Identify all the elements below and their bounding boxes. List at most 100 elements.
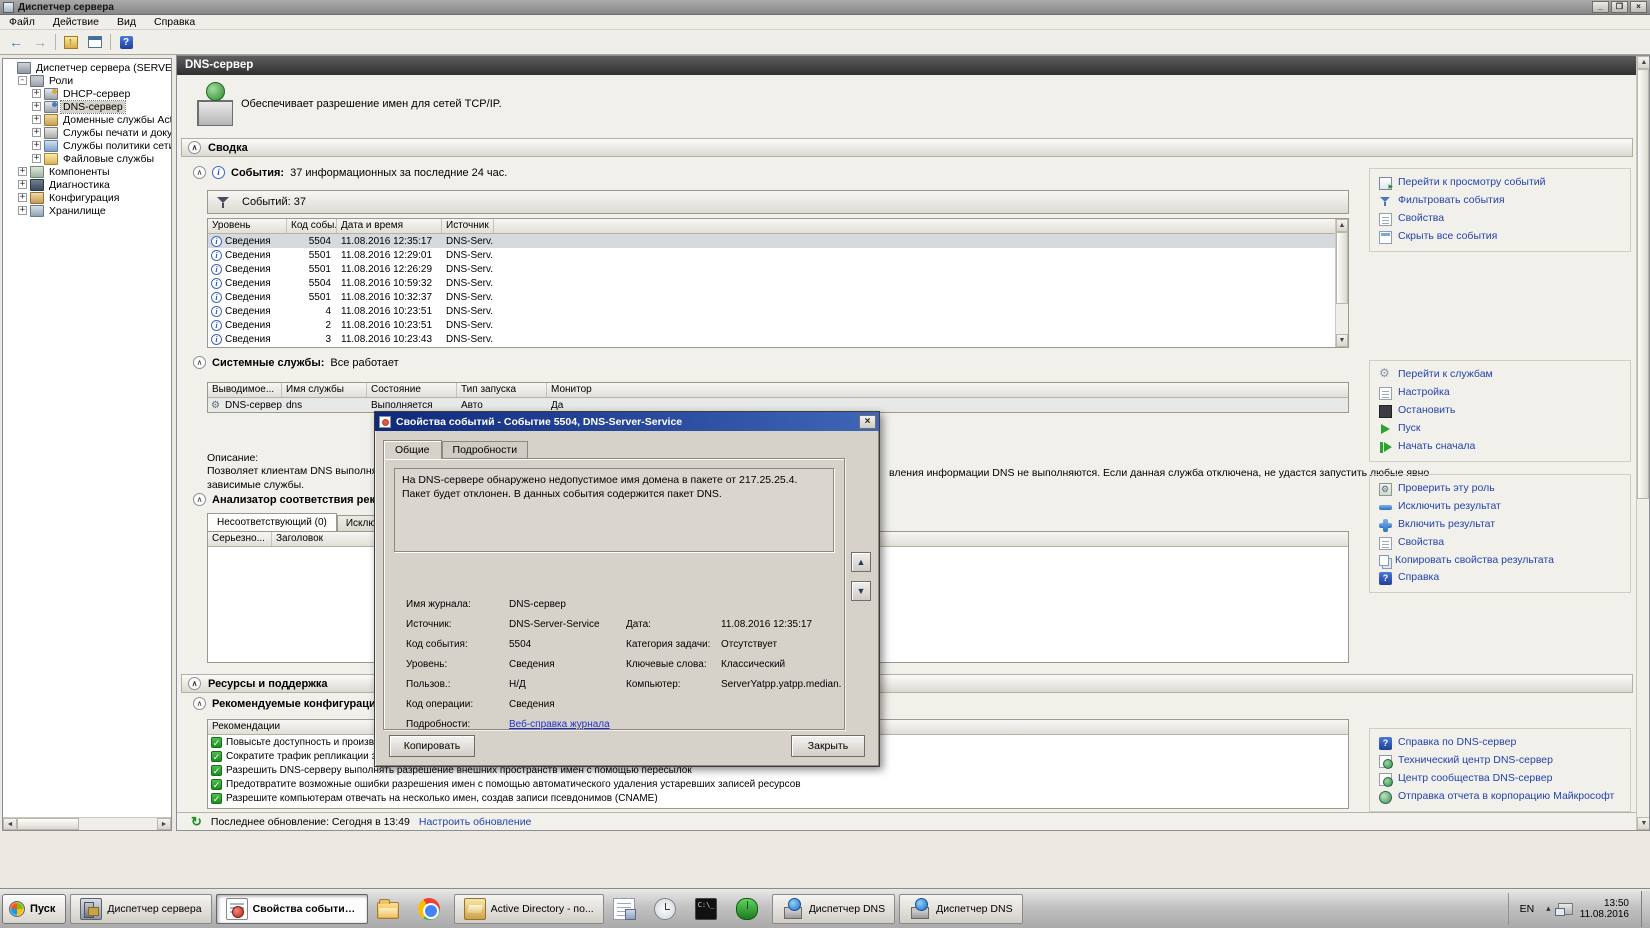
- action-link[interactable]: Начать сначала: [1379, 440, 1626, 454]
- event-row[interactable]: Сведения 2 11.08.2016 10:23:51 DNS-Serv.…: [208, 318, 1335, 332]
- taskbar-button[interactable]: Свойства событий...: [216, 894, 368, 924]
- taskbar-button[interactable]: Диспетчер сервера: [70, 894, 211, 924]
- action-link[interactable]: Настройка: [1379, 386, 1626, 400]
- restore-button[interactable]: ❐: [1611, 1, 1628, 13]
- tab-general[interactable]: Общие: [383, 440, 442, 459]
- action-link[interactable]: Скрыть все события: [1379, 230, 1626, 244]
- tree-expander[interactable]: +: [18, 167, 27, 176]
- taskbar-button[interactable]: Active Directory - по...: [454, 894, 604, 924]
- tree-item[interactable]: + Конфигурация: [3, 191, 171, 204]
- taskbar-button[interactable]: [690, 894, 727, 924]
- events-vertical-scrollbar[interactable]: ▲ ▼: [1335, 219, 1348, 347]
- action-link[interactable]: Перейти к службам: [1379, 368, 1626, 382]
- collapse-chevron-icon[interactable]: [188, 141, 201, 154]
- scroll-down-icon[interactable]: ▼: [1336, 334, 1348, 347]
- scroll-up-icon[interactable]: ▲: [1336, 219, 1348, 232]
- action-link[interactable]: Справка по DNS-сервер: [1379, 736, 1626, 750]
- column-header[interactable]: Тип запуска: [457, 383, 547, 397]
- column-header[interactable]: Уровень: [208, 219, 287, 233]
- taskbar-button[interactable]: [731, 894, 768, 924]
- event-row[interactable]: Сведения 5501 11.08.2016 12:26:29 DNS-Se…: [208, 262, 1335, 276]
- tree-expander[interactable]: +: [18, 180, 27, 189]
- dialog-close-button[interactable]: ×: [859, 415, 876, 429]
- action-link[interactable]: Включить результат: [1379, 518, 1626, 532]
- column-header[interactable]: Выводимое...: [208, 383, 282, 397]
- action-link[interactable]: Отправка отчета в корпорацию Майкрософт: [1379, 790, 1626, 804]
- column-header[interactable]: Серьезно...: [208, 532, 272, 546]
- event-row[interactable]: Сведения 5501 11.08.2016 10:32:37 DNS-Se…: [208, 290, 1335, 304]
- next-event-button[interactable]: ▼: [851, 581, 871, 601]
- event-row[interactable]: Сведения 5501 11.08.2016 12:29:01 DNS-Se…: [208, 248, 1335, 262]
- menu-item[interactable]: Действие: [44, 16, 108, 28]
- close-button[interactable]: ×: [1630, 1, 1647, 13]
- scroll-right-icon[interactable]: ►: [157, 818, 171, 830]
- taskbar-button[interactable]: [372, 894, 409, 924]
- action-link[interactable]: Справка: [1379, 571, 1626, 585]
- event-row[interactable]: Сведения 5504 11.08.2016 10:59:32 DNS-Se…: [208, 276, 1335, 290]
- menu-item[interactable]: Вид: [108, 16, 145, 28]
- taskbar-button[interactable]: Диспетчер DNS: [899, 894, 1022, 924]
- back-button[interactable]: [5, 33, 27, 52]
- tree-horizontal-scrollbar[interactable]: ◄ ►: [3, 817, 171, 830]
- tree-item[interactable]: + DHCP-сервер: [3, 87, 171, 100]
- event-row[interactable]: Сведения 4 11.08.2016 10:23:51 DNS-Serv.…: [208, 304, 1335, 318]
- action-link[interactable]: Остановить: [1379, 404, 1626, 418]
- copy-button[interactable]: Копировать: [389, 735, 475, 757]
- tree-expander[interactable]: -: [18, 76, 27, 85]
- tree-expander[interactable]: +: [32, 102, 41, 111]
- previous-event-button[interactable]: ▲: [851, 552, 871, 572]
- action-link[interactable]: Копировать свойства результата: [1379, 554, 1626, 567]
- taskbar-clock[interactable]: 13:50 11.08.2016: [1580, 898, 1631, 920]
- tray-expand-icon[interactable]: ▴: [1546, 903, 1551, 914]
- collapse-chevron-icon[interactable]: [188, 677, 201, 690]
- configure-refresh-link[interactable]: Настроить обновление: [419, 816, 532, 828]
- language-indicator[interactable]: EN: [1515, 901, 1540, 917]
- scrollbar-thumb[interactable]: [1336, 232, 1348, 304]
- tree-item[interactable]: Диспетчер сервера (SERVERYATPP): [3, 61, 171, 74]
- menu-item[interactable]: Файл: [0, 16, 44, 28]
- taskbar-button[interactable]: [413, 894, 450, 924]
- help-button[interactable]: [115, 33, 137, 52]
- column-header[interactable]: Код собы...: [287, 219, 337, 233]
- taskbar-button[interactable]: Диспетчер DNS: [772, 894, 895, 924]
- collapse-chevron-icon[interactable]: [193, 493, 206, 506]
- taskbar-button[interactable]: [649, 894, 686, 924]
- event-row[interactable]: Сведения 5504 11.08.2016 12:35:17 DNS-Se…: [208, 234, 1335, 248]
- recommendation-row[interactable]: Разрешите компьютерам отвечать на нескол…: [208, 791, 1348, 805]
- tree-item[interactable]: + Доменные службы Active Dire: [3, 113, 171, 126]
- tree-expander[interactable]: +: [32, 154, 41, 163]
- tree-item[interactable]: + Файловые службы: [3, 152, 171, 165]
- action-link[interactable]: Свойства: [1379, 212, 1626, 226]
- scroll-up-icon[interactable]: ▲: [1637, 56, 1650, 69]
- column-header[interactable]: Монитор: [547, 383, 1348, 397]
- tree-expander[interactable]: +: [32, 115, 41, 124]
- network-tray-icon[interactable]: [1558, 903, 1573, 915]
- tree-expander[interactable]: +: [18, 206, 27, 215]
- tree-item[interactable]: + Хранилище: [3, 204, 171, 217]
- export-button[interactable]: [60, 33, 82, 52]
- service-row[interactable]: DNS-сервер dns Выполняется Авто Да: [208, 398, 1348, 412]
- tree-item[interactable]: + Компоненты: [3, 165, 171, 178]
- tree-item[interactable]: - Роли: [3, 74, 171, 87]
- collapse-chevron-icon[interactable]: [193, 356, 206, 369]
- tree-item[interactable]: + Диагностика: [3, 178, 171, 191]
- events-filter-bar[interactable]: Событий: 37: [207, 190, 1349, 214]
- tree-item[interactable]: + DNS-сервер: [3, 100, 171, 113]
- menu-item[interactable]: Справка: [145, 16, 204, 28]
- recommendation-row[interactable]: Предотвратите возможные ошибки разрешени…: [208, 777, 1348, 791]
- tree-item[interactable]: + Службы политики сети и дост: [3, 139, 171, 152]
- minimize-button[interactable]: _: [1592, 1, 1609, 13]
- tree-expander[interactable]: +: [32, 128, 41, 137]
- tree-expander[interactable]: +: [18, 193, 27, 202]
- scrollbar-thumb[interactable]: [1637, 69, 1649, 499]
- action-link[interactable]: Проверить эту роль: [1379, 482, 1626, 496]
- tree-expander[interactable]: +: [32, 89, 41, 98]
- close-dialog-button[interactable]: Закрыть: [791, 735, 865, 757]
- column-header[interactable]: Имя службы: [282, 383, 367, 397]
- column-header[interactable]: Источник: [442, 219, 494, 233]
- action-link[interactable]: Пуск: [1379, 422, 1626, 436]
- column-header[interactable]: Дата и время: [337, 219, 442, 233]
- action-link[interactable]: Фильтровать события: [1379, 194, 1626, 208]
- console-window-button[interactable]: [84, 33, 106, 52]
- scroll-down-icon[interactable]: ▼: [1637, 817, 1650, 830]
